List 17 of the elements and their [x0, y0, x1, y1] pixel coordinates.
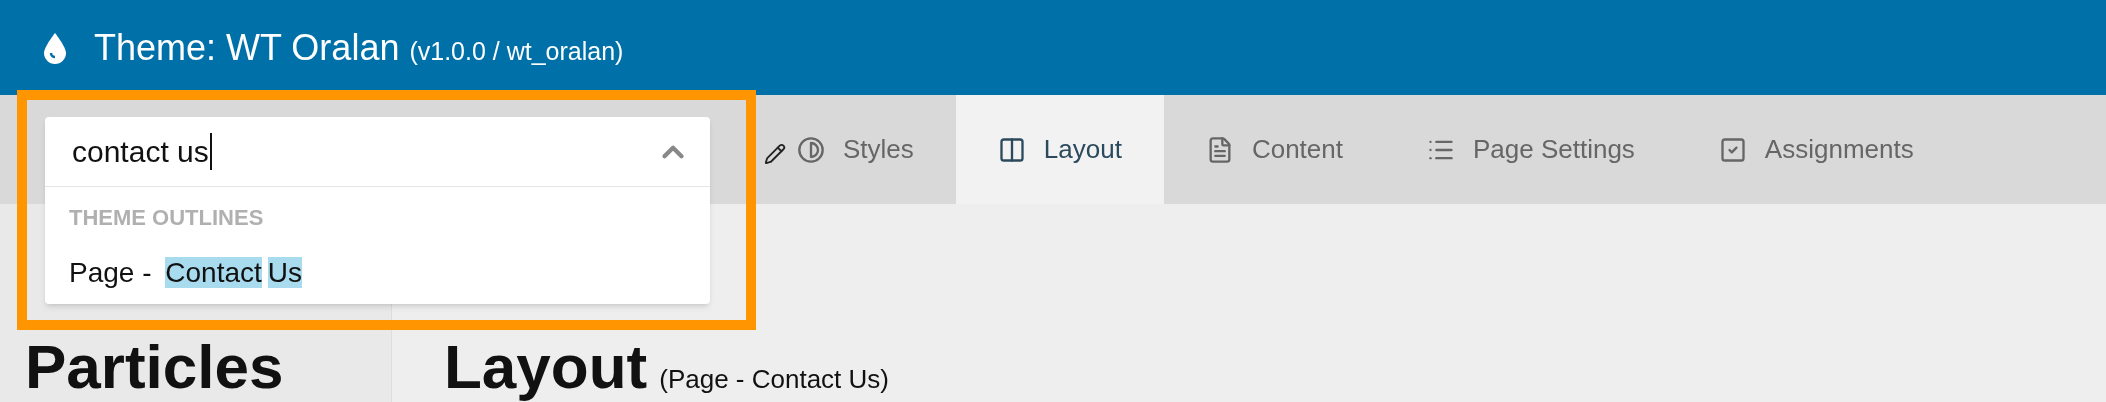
main-subheading: (Page - Contact Us) [659, 366, 889, 392]
columns-icon [997, 135, 1026, 164]
tab[interactable]: Layout [955, 95, 1164, 204]
result-item[interactable]: Page - Contact Us [45, 229, 710, 294]
pencil-icon[interactable] [764, 143, 786, 165]
checkbox-icon [1718, 135, 1747, 164]
search-field[interactable]: contact us [45, 117, 710, 187]
half-circle-icon [797, 135, 825, 164]
drop-icon [42, 31, 68, 64]
theme-version: (v1.0.0 / wt_oralan) [409, 35, 624, 67]
tab[interactable]: Assignments [1676, 95, 1956, 204]
tab[interactable]: Page Settings [1384, 95, 1677, 204]
group-label: THEME OUTLINES [68, 204, 265, 229]
tab[interactable]: Styles [755, 95, 956, 204]
sidebar-heading: Particles [25, 332, 284, 401]
tab[interactable]: Content [1163, 95, 1385, 204]
theme-title: Theme: WT Oralan [94, 25, 400, 70]
